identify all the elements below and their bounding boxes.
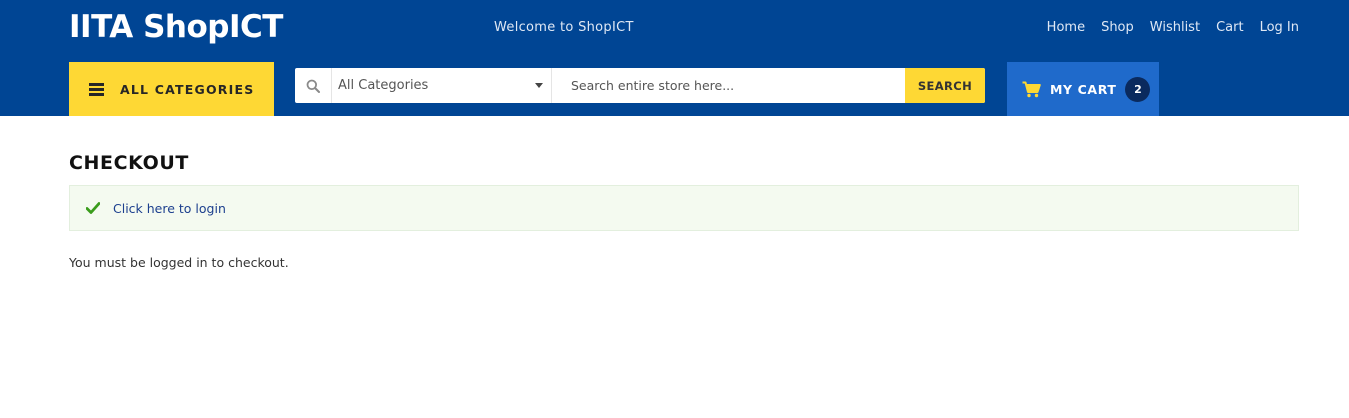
search-button[interactable]: SEARCH <box>905 68 985 103</box>
search-input[interactable] <box>552 68 905 103</box>
search-icon <box>295 68 332 103</box>
nav-login-link[interactable]: Log In <box>1260 20 1299 35</box>
nav-shop-link[interactable]: Shop <box>1101 20 1134 35</box>
login-required-message: You must be logged in to checkout. <box>69 255 289 270</box>
all-categories-label: ALL CATEGORIES <box>120 81 255 97</box>
site-header: IITA ShopICT Welcome to ShopICT Home Sho… <box>0 0 1349 116</box>
category-select-value: All Categories <box>338 78 429 93</box>
caret-down-icon <box>535 83 543 88</box>
cart-label: MY CART <box>1050 81 1117 97</box>
top-navigation: Home Shop Wishlist Cart Log In <box>1047 20 1299 35</box>
nav-cart-link[interactable]: Cart <box>1216 20 1244 35</box>
category-select[interactable]: All Categories <box>332 68 552 103</box>
site-logo[interactable]: IITA ShopICT <box>69 9 283 45</box>
all-categories-button[interactable]: ALL CATEGORIES <box>69 62 274 116</box>
cart-icon <box>1022 81 1041 97</box>
my-cart-button[interactable]: MY CART 2 <box>1007 62 1159 116</box>
search-bar: All Categories SEARCH <box>295 68 985 103</box>
nav-home-link[interactable]: Home <box>1047 20 1085 35</box>
nav-wishlist-link[interactable]: Wishlist <box>1150 20 1200 35</box>
login-notice: Click here to login <box>69 185 1299 231</box>
check-icon <box>86 202 100 214</box>
login-link[interactable]: Click here to login <box>113 201 226 216</box>
cart-count-badge: 2 <box>1125 76 1151 102</box>
page-title: CHECKOUT <box>69 152 189 174</box>
hamburger-icon <box>89 82 104 96</box>
welcome-message: Welcome to ShopICT <box>494 20 634 35</box>
